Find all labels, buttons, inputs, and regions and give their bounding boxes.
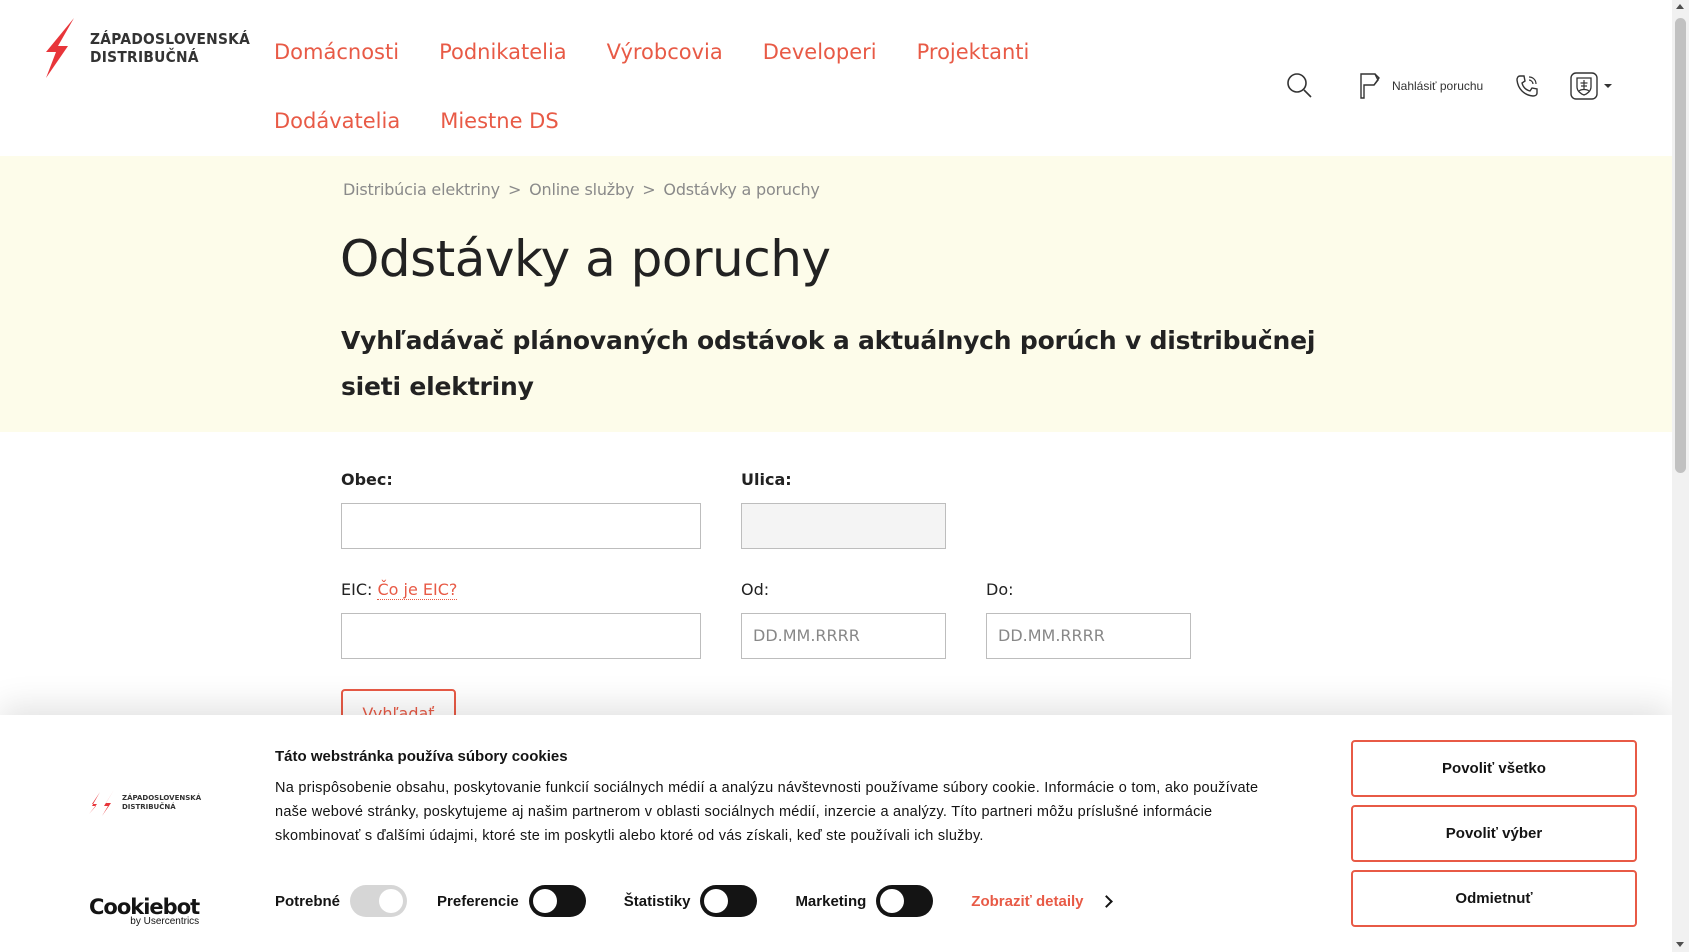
main-nav: Domácnosti Podnikatelia Výrobcovia Devel…: [274, 32, 1194, 170]
cookie-consent-banner: ZÁPADOSLOVENSKÁ DISTRIBUČNÁ Cookiebot by…: [0, 715, 1672, 952]
scroll-down-arrow-icon[interactable]: [1676, 942, 1684, 947]
cookie-description: Na prispôsobenie obsahu, poskytovanie fu…: [275, 780, 1259, 844]
slovak-coat-of-arms-icon: [1570, 72, 1598, 100]
toggle-group-marketing: Marketing: [795, 885, 934, 917]
obec-input[interactable]: [341, 503, 701, 549]
logo-line-1: ZÁPADOSLOVENSKÁ: [90, 30, 251, 48]
breadcrumb-separator: >: [507, 180, 522, 199]
logo-line-2: DISTRIBUČNÁ: [90, 48, 199, 66]
nav-item-developeri[interactable]: Developeri: [763, 18, 877, 87]
caret-down-icon: [1604, 84, 1612, 88]
do-label: Do:: [986, 580, 1014, 599]
date-to-input[interactable]: DD.MM.RRRR: [986, 613, 1191, 659]
nav-item-vyrobcovia[interactable]: Výrobcovia: [607, 18, 723, 87]
cookiebot-brand: Cookiebot: [89, 895, 200, 919]
chevron-right-icon: [1099, 894, 1113, 908]
toggle-label-preferences: Preferencie: [437, 892, 519, 910]
cookie-logo-line-2: DISTRIBUČNÁ: [122, 803, 176, 811]
toggle-group-preferences: Preferencie: [437, 885, 586, 917]
nav-item-projektanti[interactable]: Projektanti: [917, 18, 1030, 87]
report-flag-icon: [1360, 73, 1380, 99]
page-subtitle: Vyhľadávač plánovaných odstávok a aktuál…: [341, 326, 1316, 401]
show-details-link[interactable]: Zobraziť detaily: [971, 892, 1113, 910]
toggle-label-statistics: Štatistiky: [623, 892, 691, 910]
breadcrumb: Distribúcia elektriny > Online služby > …: [343, 180, 820, 199]
breadcrumb-separator: >: [642, 180, 656, 199]
lightning-logo-icon: [46, 18, 74, 78]
eic-label-row: EIC: Čo je EIC?: [341, 580, 458, 600]
site-header: ZÁPADOSLOVENSKÁ DISTRIBUČNÁ Domácnosti P…: [0, 0, 1672, 156]
language-switcher[interactable]: [1570, 72, 1612, 100]
od-label: Od:: [741, 580, 770, 599]
date-from-input[interactable]: DD.MM.RRRR: [741, 613, 946, 659]
report-outage-label: Nahlásiť poruchu: [1392, 79, 1484, 93]
nav-item-dodavatelia[interactable]: Dodávatelia: [274, 87, 400, 156]
site-logo[interactable]: ZÁPADOSLOVENSKÁ DISTRIBUČNÁ: [44, 18, 264, 78]
show-details-label: Zobraziť detaily: [971, 892, 1084, 910]
cookie-logo-text: ZÁPADOSLOVENSKÁ DISTRIBUČNÁ: [122, 794, 201, 812]
eic-label: EIC:: [341, 580, 373, 599]
ulica-label: Ulica:: [741, 470, 792, 489]
toggle-statistics[interactable]: [700, 885, 758, 917]
breadcrumb-item-current: Odstávky a poruchy: [663, 180, 820, 199]
cookie-banner-logo: ZÁPADOSLOVENSKÁ DISTRIBUČNÁ: [88, 790, 201, 816]
nav-item-domacnosti[interactable]: Domácnosti: [274, 18, 399, 87]
toggle-label-necessary: Potrebné: [275, 892, 341, 910]
page-title: Odstávky a poruchy: [340, 230, 831, 288]
lightning-logo-icon: [89, 790, 114, 816]
eic-input[interactable]: [341, 613, 701, 659]
breadcrumb-item-online-sluzby[interactable]: Online služby: [529, 180, 634, 199]
cookie-title: Táto webstránka používa súbory cookies: [275, 748, 568, 765]
toggle-preferences[interactable]: [528, 885, 586, 917]
page-hero: Distribúcia elektriny > Online služby > …: [0, 156, 1672, 432]
cookiebot-logo[interactable]: Cookiebot by Usercentrics: [89, 895, 200, 927]
toggle-group-necessary: Potrebné: [275, 885, 408, 917]
toggle-label-marketing: Marketing: [795, 892, 867, 910]
obec-label: Obec:: [341, 470, 393, 489]
cookie-toggles: Potrebné Preferencie Štatistiky Marketin…: [275, 885, 1113, 917]
scroll-thumb[interactable]: [1675, 18, 1686, 473]
decline-button[interactable]: Odmietnuť: [1351, 870, 1637, 927]
report-outage-button[interactable]: Nahlásiť poruchu: [1358, 72, 1483, 100]
toggle-marketing[interactable]: [876, 885, 934, 917]
nav-item-miestne-ds[interactable]: Miestne DS: [440, 87, 558, 156]
phone-icon[interactable]: [1515, 74, 1539, 98]
allow-all-button[interactable]: Povoliť všetko: [1351, 740, 1637, 797]
search-icon[interactable]: [1286, 72, 1312, 98]
allow-selection-button[interactable]: Povoliť výber: [1351, 805, 1637, 862]
page-scrollbar[interactable]: [1672, 0, 1689, 952]
what-is-eic-link[interactable]: Čo je EIC?: [377, 580, 458, 600]
breadcrumb-item-distribucia[interactable]: Distribúcia elektriny: [343, 180, 500, 199]
ulica-input[interactable]: [741, 503, 946, 549]
logo-text: ZÁPADOSLOVENSKÁ DISTRIBUČNÁ: [90, 30, 264, 66]
scroll-up-arrow-icon[interactable]: [1676, 4, 1684, 9]
nav-item-podnikatelia[interactable]: Podnikatelia: [439, 18, 567, 87]
toggle-group-statistics: Štatistiky: [624, 885, 758, 917]
cookie-logo-line-1: ZÁPADOSLOVENSKÁ: [122, 794, 202, 802]
toggle-necessary: [350, 885, 408, 917]
